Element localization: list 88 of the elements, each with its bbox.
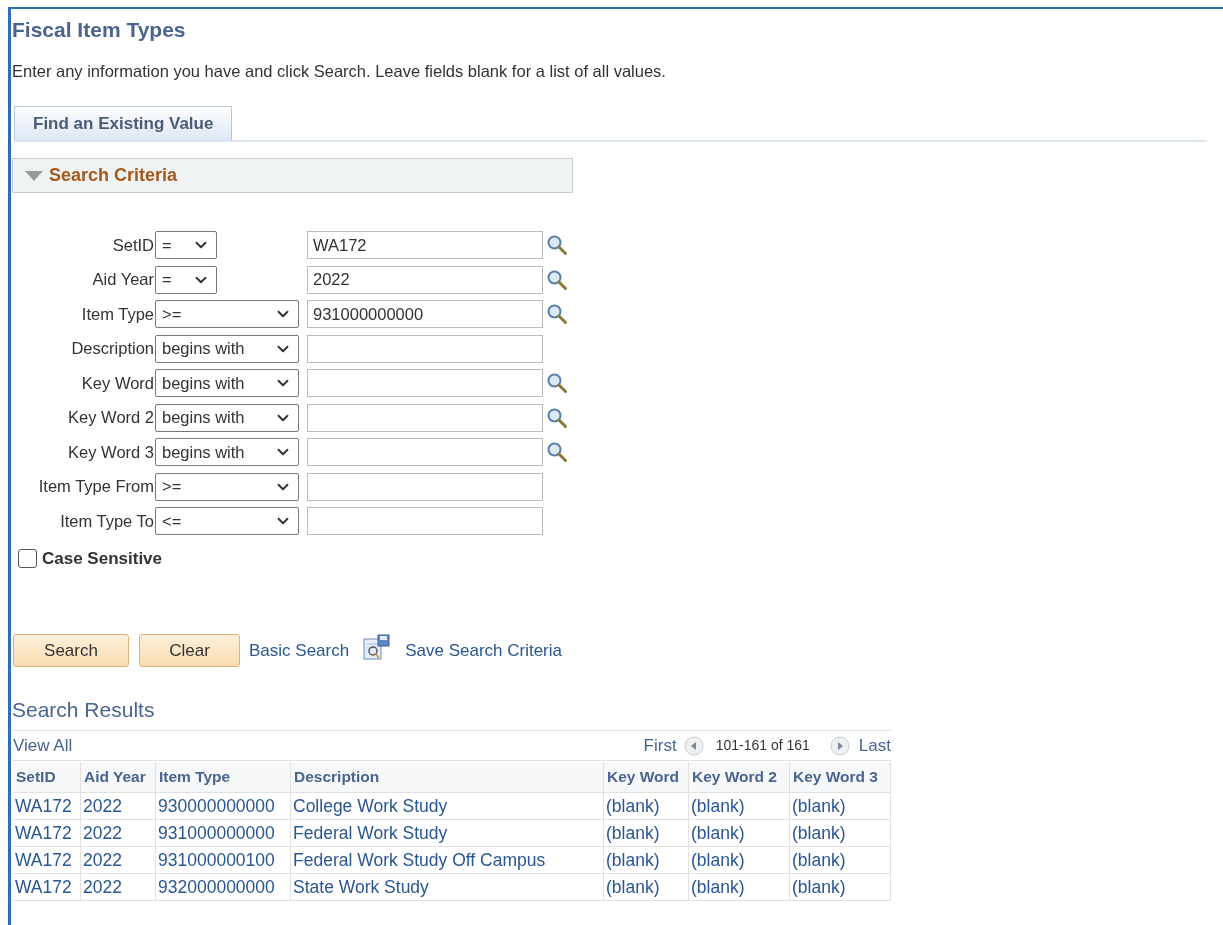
table-cell[interactable]: WA172 — [13, 874, 81, 900]
search-button[interactable]: Search — [13, 634, 129, 667]
table-cell[interactable]: Federal Work Study — [291, 820, 604, 846]
table-cell[interactable]: 2022 — [81, 874, 156, 900]
operator-dropdown[interactable]: = — [155, 231, 217, 259]
column-header[interactable]: Aid Year — [81, 762, 156, 792]
section-title: Search Criteria — [49, 164, 178, 187]
field-label: Item Type From — [37, 476, 154, 498]
text-field[interactable] — [307, 438, 543, 466]
search-icon[interactable] — [546, 268, 568, 291]
last-link[interactable]: Last — [858, 732, 891, 759]
table-cell[interactable]: (blank) — [790, 847, 891, 873]
text-field[interactable] — [307, 369, 543, 397]
previous-page-icon[interactable] — [683, 735, 704, 756]
column-header[interactable]: SetID — [13, 762, 81, 792]
operator-dropdown[interactable]: = — [155, 265, 217, 294]
search-icon[interactable] — [546, 406, 568, 429]
table-cell[interactable]: (blank) — [604, 793, 689, 819]
search-icon[interactable] — [546, 303, 568, 325]
operator-dropdown[interactable]: >= — [155, 472, 299, 501]
instructions-text: Enter any information you have and click Search. Leave fields blank for a list of all values. — [12, 61, 666, 81]
table-cell[interactable]: College Work Study — [291, 793, 604, 819]
field-label: SetID — [111, 234, 154, 256]
operator-dropdown[interactable]: <= — [155, 507, 299, 535]
table-cell[interactable]: (blank) — [689, 874, 790, 900]
table-cell[interactable]: (blank) — [689, 847, 790, 873]
field-label: Item Type To — [59, 510, 154, 532]
section-header[interactable]: Search Criteria — [12, 158, 573, 193]
column-header[interactable]: Description — [291, 762, 604, 792]
table-cell[interactable]: WA172 — [13, 847, 81, 873]
field-label: Key Word 2 — [67, 407, 154, 429]
table-cell[interactable]: 2022 — [81, 820, 156, 846]
operator-dropdown[interactable]: begins with — [155, 334, 299, 363]
field-label: Description — [70, 338, 154, 360]
page-range: 101-161 of 161 — [715, 736, 810, 755]
table-cell[interactable]: 931000000000 — [156, 820, 291, 846]
table-cell[interactable]: 931000000100 — [156, 847, 291, 873]
search-icon[interactable] — [546, 234, 568, 256]
table-cell[interactable]: (blank) — [604, 820, 689, 846]
view-all-link[interactable]: View All — [13, 732, 73, 759]
table-cell[interactable]: (blank) — [790, 820, 891, 846]
table-cell[interactable]: 2022 — [81, 847, 156, 873]
table-cell[interactable]: (blank) — [604, 874, 689, 900]
table-cell[interactable]: (blank) — [790, 874, 891, 900]
table-cell[interactable]: 2022 — [81, 793, 156, 819]
operator-dropdown[interactable]: >= — [155, 300, 299, 328]
collapse-triangle-icon[interactable] — [25, 169, 43, 182]
search-icon[interactable] — [546, 372, 568, 394]
field-label: Key Word 3 — [67, 441, 154, 463]
operator-dropdown[interactable]: begins with — [155, 403, 299, 432]
table-cell[interactable]: (blank) — [790, 793, 891, 819]
basic-search-link[interactable]: Basic Search — [249, 637, 350, 664]
field-label: Key Word — [80, 372, 154, 394]
operator-dropdown[interactable]: begins with — [155, 369, 299, 397]
column-header[interactable]: Key Word 2 — [689, 762, 790, 792]
first-link[interactable]: First — [643, 732, 677, 759]
table-cell[interactable]: WA172 — [13, 820, 81, 846]
text-field[interactable]: 931000000000 — [307, 300, 543, 328]
search-icon[interactable] — [546, 441, 568, 463]
text-field[interactable] — [307, 507, 543, 535]
table-cell[interactable]: Federal Work Study Off Campus — [291, 847, 604, 873]
next-page-icon[interactable] — [829, 735, 850, 756]
column-header[interactable]: Key Word — [604, 762, 689, 792]
page-title: Fiscal Item Types — [12, 17, 186, 43]
text-field[interactable] — [307, 334, 543, 363]
save-document-icon[interactable] — [363, 633, 391, 660]
tab[interactable]: Find an Existing Value — [14, 106, 233, 140]
text-field[interactable]: WA172 — [307, 231, 543, 259]
save-search-criteria-link[interactable]: Save Search Criteria — [405, 637, 562, 664]
field-label: Aid Year — [91, 269, 154, 291]
text-field[interactable] — [307, 403, 543, 432]
checkbox[interactable] — [18, 548, 37, 568]
column-header[interactable]: Item Type — [156, 762, 291, 792]
text-field[interactable] — [307, 472, 543, 501]
table-cell[interactable]: (blank) — [689, 820, 790, 846]
table-cell[interactable]: 932000000000 — [156, 874, 291, 900]
checkbox-label: Case Sensitive — [42, 547, 162, 570]
column-header[interactable]: Key Word 3 — [790, 762, 891, 792]
table-cell[interactable]: WA172 — [13, 793, 81, 819]
text-field[interactable]: 2022 — [307, 265, 543, 294]
table-cell[interactable]: (blank) — [689, 793, 790, 819]
table-cell[interactable]: 930000000000 — [156, 793, 291, 819]
operator-dropdown[interactable]: begins with — [155, 438, 299, 466]
results-title: Search Results — [12, 697, 155, 723]
table-cell[interactable]: State Work Study — [291, 874, 604, 900]
field-label: Item Type — [80, 303, 154, 325]
clear-button[interactable]: Clear — [139, 634, 240, 667]
table-cell[interactable]: (blank) — [604, 847, 689, 873]
